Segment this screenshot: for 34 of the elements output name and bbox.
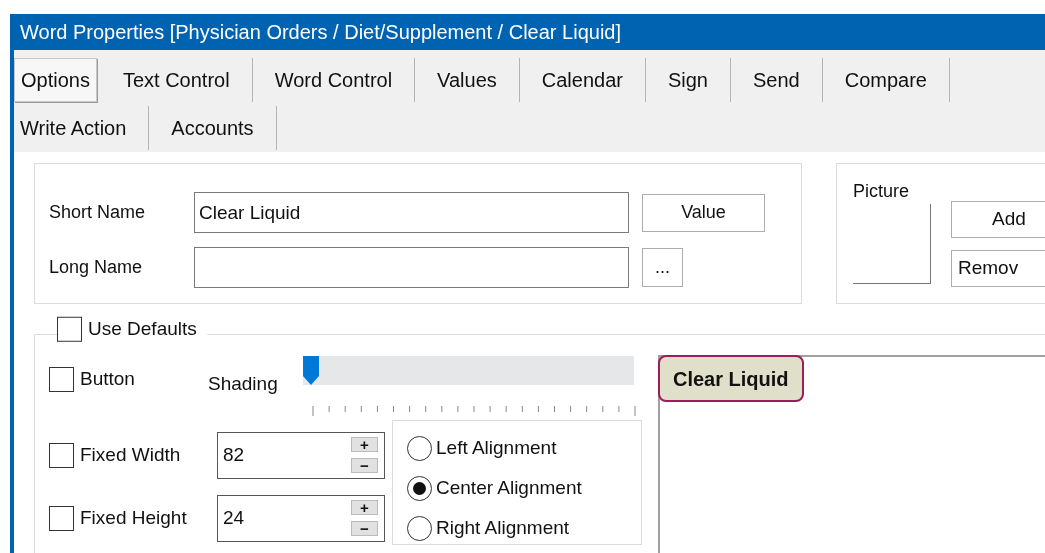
add-button[interactable]: Add [951, 201, 1045, 238]
checkbox-label: Fixed Width [80, 442, 181, 467]
shading-label: Shading [208, 372, 279, 396]
tab[interactable]: Accounts [149, 106, 277, 150]
spin-field[interactable]: 82 + − [217, 431, 385, 479]
tab[interactable]: Options [14, 58, 97, 102]
tab[interactable]: Compare [822, 58, 950, 102]
checkbox-label: Use Defaults [88, 316, 197, 341]
radio-label: Right Alignment [436, 515, 570, 540]
radio-label: Center Alignment [436, 475, 582, 500]
tab[interactable]: Write Action [14, 106, 150, 150]
tab[interactable]: Text Control [100, 58, 253, 102]
increment-button[interactable]: + [351, 500, 378, 515]
more-button[interactable]: ... [642, 248, 683, 287]
radio-label: Left Alignment [436, 435, 557, 460]
tab[interactable]: Word Control [252, 58, 416, 102]
preview-badge: Clear Liquid [658, 355, 804, 402]
increment-button[interactable]: + [351, 437, 378, 452]
spin-field[interactable]: 24 + − [217, 494, 385, 542]
remove-button[interactable]: Remov [951, 250, 1045, 287]
tab[interactable]: Calendar [519, 58, 646, 102]
window-title: Word Properties [Physician Orders / Diet/Supplement / Clear Liquid] [20, 20, 621, 45]
value-button[interactable]: Value [642, 193, 765, 232]
text-field[interactable]: Clear Liquid [194, 192, 629, 233]
decrement-button[interactable]: − [351, 521, 378, 536]
checkbox-label: Button [80, 367, 135, 391]
decrement-button[interactable]: − [351, 458, 378, 473]
field-label: Short Name [49, 201, 147, 224]
field-label: Long Name [49, 256, 144, 279]
picture-label: Picture [853, 180, 911, 202]
tab[interactable]: Send [731, 58, 823, 102]
tab[interactable]: Values [415, 58, 520, 102]
tab[interactable]: Sign [645, 58, 731, 102]
checkbox-label: Fixed Height [80, 505, 187, 530]
